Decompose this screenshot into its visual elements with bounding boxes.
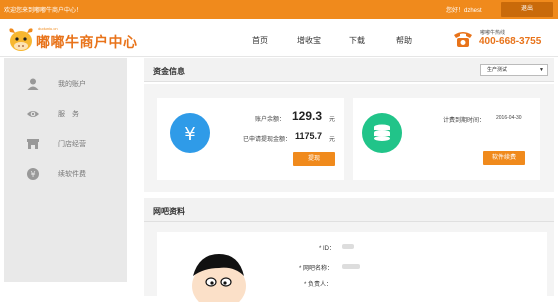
funds-panel: ¥ 账户余额： 129.3 元 已申请提现金额： 1175.7 元 提现 计费到… [144, 84, 554, 192]
yen-coin-icon: ¥ [27, 168, 39, 180]
store-select[interactable]: 生产测试 ▼ [480, 64, 548, 76]
nav-home[interactable]: 首页 [252, 35, 268, 46]
sidebar-item-label: 门店经营 [58, 141, 86, 148]
profile-card: * ID： * 网吧名称： * 负责人： [157, 232, 547, 302]
hotline-number: 400-668-3755 [479, 36, 542, 47]
svg-text:¥: ¥ [30, 170, 35, 179]
name-value [342, 264, 360, 269]
nav-zengshoubao[interactable]: 增收宝 [297, 35, 321, 46]
id-label: * ID： [319, 246, 336, 252]
user-greeting: 您好！dzhest [446, 8, 482, 14]
sidebar-item-my-account[interactable]: 我的账户 [4, 75, 127, 93]
welcome-text: 欢迎您来到嘟嘟牛商户中心！ [4, 8, 83, 14]
logout-button[interactable]: 退出 [501, 2, 553, 17]
cow-logo-icon [9, 28, 33, 51]
sidebar-item-label: 续软件费 [58, 171, 86, 178]
top-bar: 欢迎您来到嘟嘟牛商户中心！ 您好！dzhest 退出 [0, 0, 558, 19]
nav-help[interactable]: 帮助 [396, 35, 412, 46]
brand-url: duduniu.cn [38, 26, 58, 31]
avatar [192, 254, 246, 302]
phone-icon [454, 32, 472, 47]
svg-text:¥: ¥ [184, 124, 195, 145]
chevron-down-icon: ▼ [539, 67, 544, 73]
header: duduniu.cn 嘟嘟牛商户中心 [0, 19, 558, 57]
nav-download[interactable]: 下载 [349, 35, 365, 46]
sidebar-item-renew[interactable]: ¥ 续软件费 [4, 165, 127, 183]
sidebar: 我的账户 服 务 门店经营 ¥ 续软件费 [4, 58, 127, 282]
profile-title: 网吧资料 [153, 207, 185, 216]
coins-icon [362, 113, 402, 153]
name-label: * 网吧名称： [299, 266, 334, 272]
profile-panel: * ID： * 网吧名称： * 负责人： [144, 222, 554, 302]
balance-unit: 元 [329, 117, 336, 123]
renew-button[interactable]: 软件续费 [483, 151, 525, 165]
owner-label: * 负责人： [304, 282, 333, 288]
balance-label: 账户余额： [255, 117, 286, 123]
expire-date: 2016-04-30 [496, 115, 522, 121]
sidebar-item-label: 服 务 [58, 111, 79, 118]
balance-value: 129.3 [292, 109, 323, 123]
store-icon [27, 139, 39, 149]
hotline-label: 嘟嘟牛热线 [480, 30, 506, 36]
renewal-card: 计费到期时间： 2016-04-30 软件续费 [353, 98, 540, 180]
funds-title: 资金信息 [153, 67, 185, 76]
yen-icon: ¥ [170, 113, 210, 153]
id-value [342, 244, 354, 249]
eye-icon [27, 111, 39, 117]
sidebar-item-store[interactable]: 门店经营 [4, 135, 127, 153]
store-select-value: 生产测试 [487, 67, 508, 73]
balance-card: ¥ 账户余额： 129.3 元 已申请提现金额： 1175.7 元 提现 [157, 98, 344, 180]
funds-section-header: 资金信息 生产测试 ▼ [144, 58, 554, 82]
sidebar-item-service[interactable]: 服 务 [4, 105, 127, 123]
brand-name: 嘟嘟牛商户中心 [36, 34, 138, 50]
sidebar-item-label: 我的账户 [58, 81, 86, 88]
withdrawn-unit: 元 [329, 137, 336, 143]
withdrawn-label: 已申请提现金额： [243, 137, 292, 143]
expire-label: 计费到期时间： [443, 118, 486, 124]
withdrawn-value: 1175.7 [295, 131, 323, 141]
withdraw-button[interactable]: 提现 [293, 152, 335, 166]
profile-section-header: 网吧资料 [144, 198, 554, 222]
user-icon [27, 78, 39, 90]
